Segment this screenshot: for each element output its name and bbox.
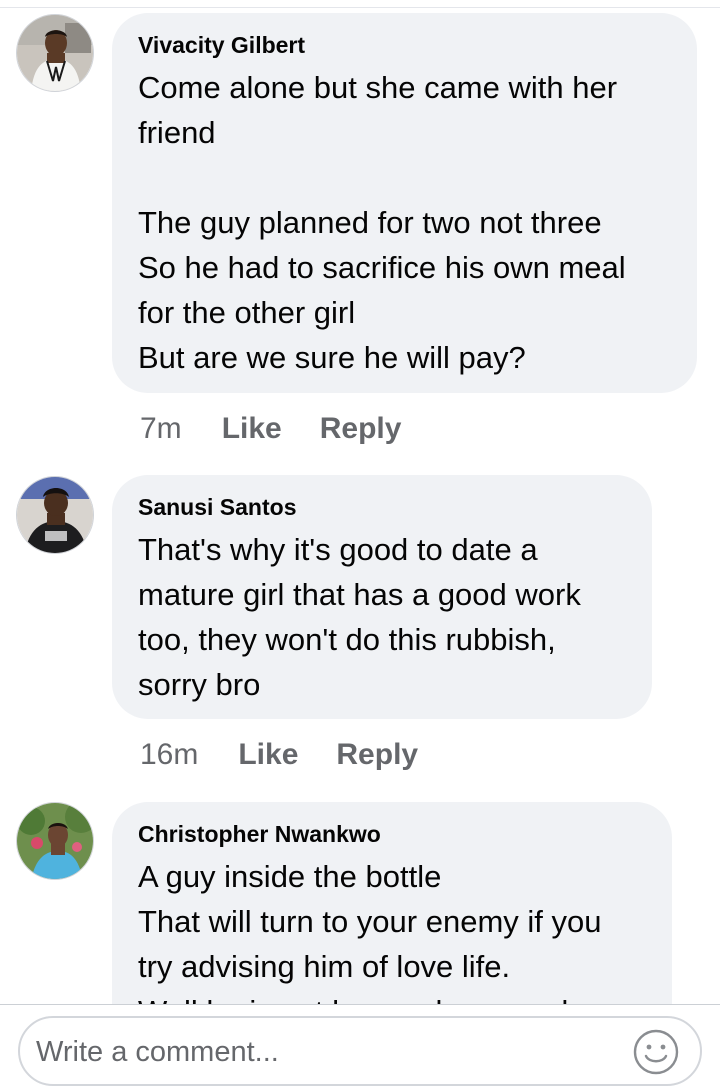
comment-author[interactable]: Christopher Nwankwo xyxy=(138,820,646,848)
comment-text: That's why it's good to date a mature gi… xyxy=(138,532,581,702)
comment-text: A guy inside the bottle That will turn t… xyxy=(138,859,602,1004)
comment-actions: 16m Like Reply xyxy=(140,735,418,775)
avatar[interactable] xyxy=(16,802,94,880)
comment-timestamp: 7m xyxy=(140,412,182,445)
avatar[interactable] xyxy=(16,476,94,554)
reply-button[interactable]: Reply xyxy=(336,738,418,772)
like-button[interactable]: Like xyxy=(222,412,282,446)
like-button[interactable]: Like xyxy=(238,738,298,772)
profile-photo-icon xyxy=(17,477,93,553)
comment-author[interactable]: Vivacity Gilbert xyxy=(138,31,671,59)
avatar[interactable] xyxy=(16,14,94,92)
comment-timestamp: 16m xyxy=(140,738,199,771)
comment-text: Come alone but she came with her friend … xyxy=(138,70,626,375)
comment-bubble: Sanusi Santos That's why it's good to da… xyxy=(112,475,652,719)
comment-composer xyxy=(0,1005,720,1091)
comment-actions: 7m Like Reply xyxy=(140,409,401,449)
comment-author[interactable]: Sanusi Santos xyxy=(138,493,626,521)
comment-list: Vivacity Gilbert Come alone but she came… xyxy=(0,0,720,1004)
reply-button[interactable]: Reply xyxy=(320,412,402,446)
profile-photo-icon xyxy=(17,15,93,91)
comment-bubble: Christopher Nwankwo A guy inside the bot… xyxy=(112,802,672,1004)
smiley-face-icon[interactable] xyxy=(632,1028,680,1076)
profile-photo-icon xyxy=(17,803,93,879)
comment-box[interactable] xyxy=(18,1016,702,1086)
comment-input[interactable] xyxy=(34,1028,628,1076)
comment-bubble: Vivacity Gilbert Come alone but she came… xyxy=(112,13,697,393)
